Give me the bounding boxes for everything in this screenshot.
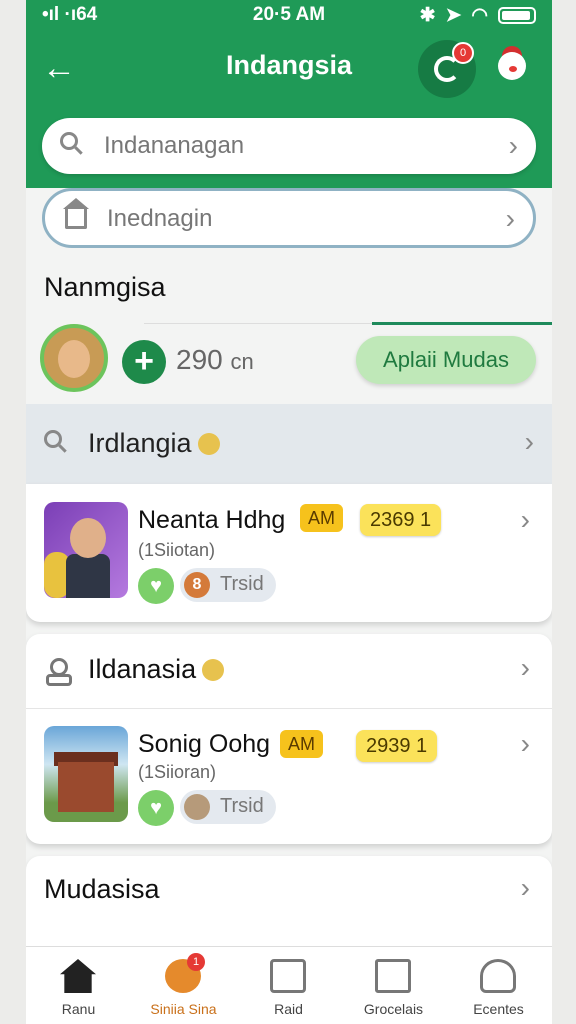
nav-item-groceries[interactable]: Grocelais: [341, 947, 446, 1024]
count-unit: cn: [230, 349, 254, 374]
nav-item-raid[interactable]: Raid: [236, 947, 341, 1024]
nav-label: Siniia Sina: [150, 1001, 217, 1017]
search-placeholder: Indananagan: [104, 132, 245, 159]
phone-frame: •ıl ·ı64 20·5 AM ✱ ➤ ◠ ← Indangsia 0 Ind…: [0, 0, 576, 1024]
home-icon: [63, 198, 89, 229]
item-tag[interactable]: 8 Trsid: [180, 568, 276, 602]
member-count: 290 cn: [176, 344, 254, 376]
item-badge: AM: [280, 730, 323, 758]
filter-row[interactable]: Irdlangia ›: [26, 404, 552, 484]
item-subtitle: (1Siiotan): [138, 540, 216, 560]
chevron-right-icon: ›: [520, 728, 530, 759]
box-icon: [270, 959, 306, 993]
group-card[interactable]: Ildanasia › Sonig Oohg AM 2939 1 (1Siior…: [26, 634, 552, 844]
bluetooth-icon: ✱: [419, 5, 436, 26]
smiley-icon: [202, 659, 225, 681]
like-icon[interactable]: ♥: [138, 568, 174, 604]
nav-label: Ecentes: [473, 1001, 524, 1017]
list-item[interactable]: Neanta Hdhg AM 2369 1 (1Siiotan) ♥ 8 Trs…: [26, 484, 552, 622]
wifi-icon: ◠: [471, 5, 488, 26]
item-name: Neanta Hdhg: [138, 506, 286, 534]
item-badge: AM: [300, 504, 343, 532]
count-value: 290: [176, 344, 223, 375]
nav-label: Raid: [274, 1001, 303, 1017]
refresh-button[interactable]: 0: [418, 40, 476, 98]
tag-icon: [184, 794, 210, 820]
nav-label: Grocelais: [363, 1001, 424, 1017]
chevron-right-icon: ›: [505, 203, 515, 234]
nav-item-home[interactable]: Ranu: [26, 947, 131, 1024]
item-number: 2939 1: [356, 730, 438, 762]
item-subtitle: (1Siioran): [138, 762, 217, 782]
filter-label: Irdlangia: [88, 428, 220, 459]
status-bar: •ıl ·ı64 20·5 AM ✱ ➤ ◠: [26, 0, 552, 30]
item-name: Sonig Oohg: [138, 730, 271, 758]
refresh-badge: 0: [452, 42, 474, 64]
chevron-right-icon: ›: [524, 426, 534, 457]
chevron-right-icon: ›: [508, 130, 518, 161]
nav-label: Ranu: [61, 1001, 96, 1017]
add-button[interactable]: +: [122, 340, 166, 384]
item-tag[interactable]: Trsid: [180, 790, 276, 824]
notification-badge: 1: [187, 953, 205, 971]
search-input[interactable]: Indananagan ›: [42, 118, 536, 174]
bottom-nav: Ranu 1 Siniia Sina Raid Grocelais Ecente…: [26, 946, 552, 1024]
chevron-right-icon: ›: [520, 872, 530, 903]
search-icon: [44, 430, 68, 454]
mascot-avatar-icon[interactable]: [492, 46, 532, 90]
like-icon[interactable]: ♥: [138, 790, 174, 826]
chevron-right-icon: ›: [520, 652, 530, 683]
nav-item-events[interactable]: Ecentes: [446, 947, 551, 1024]
home-icon: [60, 959, 96, 993]
mail-icon: [375, 959, 411, 993]
section-title: Nanmgisa: [44, 272, 166, 302]
item-thumbnail: [44, 502, 128, 598]
location-icon: ➤: [445, 5, 462, 26]
apply-button[interactable]: Aplaii Mudas: [356, 336, 536, 384]
avatar[interactable]: [40, 324, 108, 392]
chevron-right-icon: ›: [520, 504, 530, 535]
divider: [26, 708, 552, 709]
location-input[interactable]: Inednagin ›: [42, 188, 536, 248]
nav-item-active[interactable]: 1 Siniia Sina: [131, 947, 236, 1024]
item-thumbnail: [44, 726, 128, 822]
smiley-icon: [197, 433, 220, 455]
card-title: Mudasisa: [44, 874, 160, 904]
user-pin-icon: [46, 658, 72, 686]
location-placeholder: Inednagin: [107, 205, 213, 232]
top-bar: ← Indangsia 0: [26, 40, 552, 98]
battery-icon: [498, 7, 536, 24]
tag-icon: 8: [184, 572, 210, 598]
search-icon: [60, 132, 84, 156]
tag-label: Trsid: [220, 573, 264, 595]
user-icon: [480, 959, 516, 993]
active-indicator: [372, 322, 552, 325]
card-title: Ildanasia: [88, 654, 225, 685]
tag-label: Trsid: [220, 795, 264, 817]
status-icons: ✱ ➤ ◠: [420, 4, 536, 27]
app-screen: •ıl ·ı64 20·5 AM ✱ ➤ ◠ ← Indangsia 0 Ind…: [26, 0, 552, 1024]
item-number: 2369 1: [360, 504, 442, 536]
